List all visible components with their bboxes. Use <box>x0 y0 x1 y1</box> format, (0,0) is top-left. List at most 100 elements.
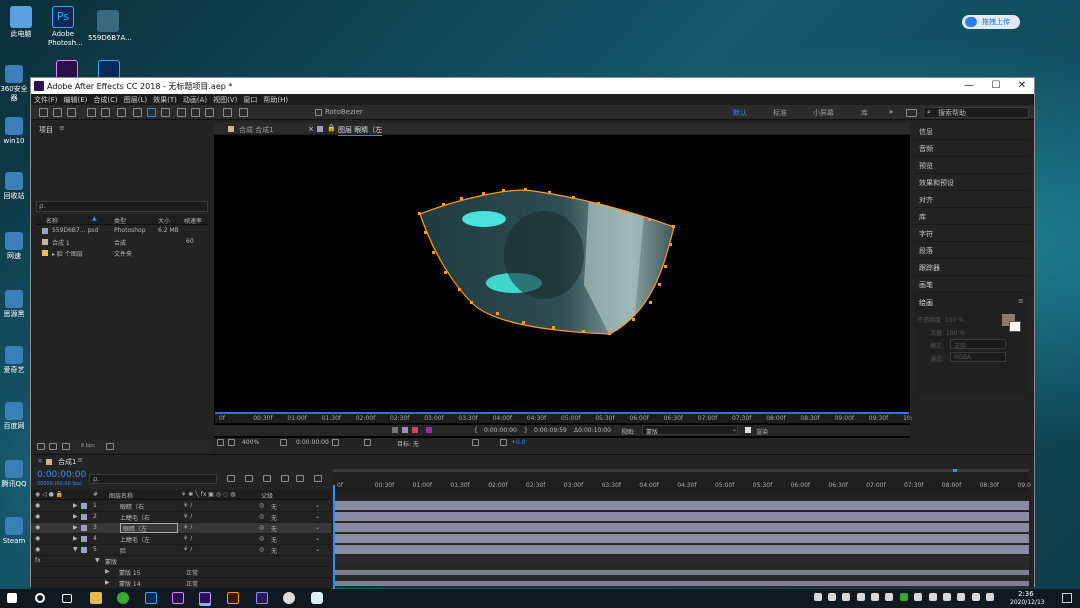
mask-a-icon[interactable] <box>402 427 408 433</box>
interpret-footage-icon[interactable] <box>37 443 45 450</box>
right-panel-item[interactable]: 库 <box>914 208 1030 225</box>
figure-icon[interactable] <box>392 427 398 433</box>
layer-row[interactable]: ◉ ▶ 1 眼睛（右 ⚘ ∕ ◎ 无 ⌄ <box>31 501 331 512</box>
zoom-tool-icon[interactable] <box>67 108 76 117</box>
tray-icon-6[interactable] <box>885 593 893 601</box>
desktop-icon-photoshop[interactable]: Ps Adobe Photosh... <box>48 6 83 48</box>
mask-vertex[interactable] <box>444 271 447 274</box>
panel-menu-icon[interactable]: ≡ <box>59 124 65 132</box>
clock-date[interactable]: 2020/12/13 <box>1010 599 1045 606</box>
menu-item[interactable]: 动画(A) <box>180 94 210 105</box>
new-composition-icon[interactable] <box>62 443 70 450</box>
delete-icon[interactable] <box>106 443 114 450</box>
close-button[interactable]: ✕ <box>1009 78 1035 94</box>
task-view-icon[interactable] <box>62 594 72 603</box>
layer-switch-icon[interactable]: ⚘ ∕ <box>183 524 192 531</box>
mask-b-icon[interactable] <box>412 427 418 433</box>
text-tool-icon[interactable] <box>161 108 170 117</box>
tab-layer[interactable]: 图层 眼睛（左 <box>338 125 383 136</box>
pan-behind-tool-icon[interactable] <box>117 108 126 117</box>
frame-blending-icon[interactable] <box>281 475 289 482</box>
workspace-library[interactable]: 库 <box>861 108 868 118</box>
always-preview-icon[interactable] <box>217 439 224 446</box>
right-panel-item[interactable]: 效果和预设 <box>914 174 1030 191</box>
col-layer-name[interactable]: 图层名称 <box>109 491 133 501</box>
expand-arrow-icon[interactable]: ▶ <box>73 513 78 520</box>
brush-tool-icon[interactable] <box>177 108 186 117</box>
grid-icon[interactable] <box>280 439 287 446</box>
eraser-tool-icon[interactable] <box>205 108 214 117</box>
mask-vertex[interactable] <box>458 288 461 291</box>
desktop-icon-left[interactable]: 360安全 器 <box>0 65 28 103</box>
toggle-transparency-icon[interactable] <box>472 439 479 446</box>
tray-icon-9[interactable] <box>929 593 937 601</box>
panel-menu-icon[interactable]: ≡ <box>1018 297 1024 305</box>
layer-name[interactable]: 眼睛（右 <box>120 502 144 511</box>
bpc-label[interactable]: 8 bpc <box>81 443 95 449</box>
render-checkbox[interactable] <box>745 427 751 433</box>
tray-icon-4[interactable] <box>857 593 865 601</box>
mask-vertex[interactable] <box>548 191 551 194</box>
mask-vertex[interactable] <box>470 301 473 304</box>
mask-vertex[interactable] <box>669 243 672 246</box>
workspace-default[interactable]: 默认 <box>733 108 747 118</box>
right-panel-item[interactable]: 跟踪器 <box>914 259 1030 276</box>
color-channel-icon[interactable] <box>364 439 371 446</box>
parent-pick-whip-icon[interactable]: ◎ <box>259 535 264 542</box>
desktop-icon-left[interactable]: win10 <box>0 117 28 146</box>
timeline-tab[interactable]: 合成1 <box>58 457 76 467</box>
clone-stamp-tool-icon[interactable] <box>191 108 200 117</box>
workspace-small-screen[interactable]: 小屏幕 <box>813 108 834 118</box>
mask-vertex[interactable] <box>664 265 667 268</box>
right-panel-item[interactable]: 画笔 <box>914 276 1030 293</box>
comp-mini-flowchart-icon[interactable] <box>227 475 235 482</box>
parent-value[interactable]: 无 <box>271 513 277 522</box>
current-time-indicator[interactable] <box>333 485 335 589</box>
mask-vertex[interactable] <box>424 231 427 234</box>
mask-vertex[interactable] <box>572 196 575 199</box>
desktop-icon-left[interactable]: 思源黑 <box>0 290 28 319</box>
hand-tool-icon[interactable] <box>53 108 62 117</box>
tray-icon-5[interactable] <box>871 593 879 601</box>
sync-settings-icon[interactable] <box>906 109 917 117</box>
tray-icon-10[interactable] <box>943 593 951 601</box>
motion-blur-icon[interactable] <box>296 475 304 482</box>
eye-icon[interactable]: ◉ <box>35 546 40 553</box>
360-browser-icon[interactable] <box>117 592 129 604</box>
menu-item[interactable]: 视图(V) <box>210 94 240 105</box>
menu-item[interactable]: 文件(F) <box>31 94 61 105</box>
project-item[interactable]: ▸ 脸 个图层 文件夹 <box>36 248 208 258</box>
rotate-tool-icon[interactable] <box>87 108 96 117</box>
menu-item[interactable]: 图层(L) <box>121 94 150 105</box>
after-effects-taskbar-icon[interactable] <box>199 592 211 604</box>
workspace-standard[interactable]: 标准 <box>773 108 787 118</box>
sub-property-row[interactable]: ▶ 蒙版 15 正常 <box>31 567 331 578</box>
desktop-icon-left[interactable]: 回收站 <box>0 172 28 201</box>
tray-icon-8[interactable] <box>914 593 922 601</box>
timeline-search-input[interactable] <box>89 474 217 484</box>
puppet-pin-tool-icon[interactable] <box>239 108 248 117</box>
mask-mode-value[interactable]: 正常 <box>186 579 198 588</box>
out-point-icon[interactable]: } <box>524 427 528 437</box>
pen-tool-icon[interactable] <box>147 108 156 117</box>
right-panel-item[interactable]: 对齐 <box>914 191 1030 208</box>
sub-property-row[interactable]: ▶ 蒙版 14 正常 <box>31 578 331 589</box>
menu-item[interactable]: 效果(T) <box>150 94 180 105</box>
shy-layers-icon[interactable] <box>263 475 271 482</box>
eye-icon[interactable]: ◉ <box>35 535 40 542</box>
clock-time[interactable]: 2:36 <box>1018 590 1034 598</box>
parent-value[interactable]: 无 <box>271 535 277 544</box>
baidu-netdisk-taskbar-icon[interactable] <box>311 592 323 604</box>
mask-vertex[interactable] <box>632 318 635 321</box>
expand-arrow-icon[interactable]: ▶ <box>105 568 110 575</box>
exposure-value[interactable]: +0.0 <box>511 439 526 449</box>
qq-taskbar-icon[interactable] <box>283 592 295 604</box>
more-workspaces-icon[interactable]: » <box>889 108 893 116</box>
layer-switch-icon[interactable]: ⚘ ∕ <box>183 502 192 509</box>
layer-row[interactable]: ◉ ▶ 4 上睫毛（左 ⚘ ∕ ◎ 无 ⌄ <box>31 534 331 545</box>
parent-pick-whip-icon[interactable]: ◎ <box>259 513 264 520</box>
right-panel-item[interactable]: 音频 <box>914 140 1030 157</box>
expand-arrow-icon[interactable]: ▶ <box>73 535 78 542</box>
project-item[interactable]: 合成 1 合成 60 <box>36 237 208 247</box>
menu-item[interactable]: 帮助(H) <box>260 94 291 105</box>
